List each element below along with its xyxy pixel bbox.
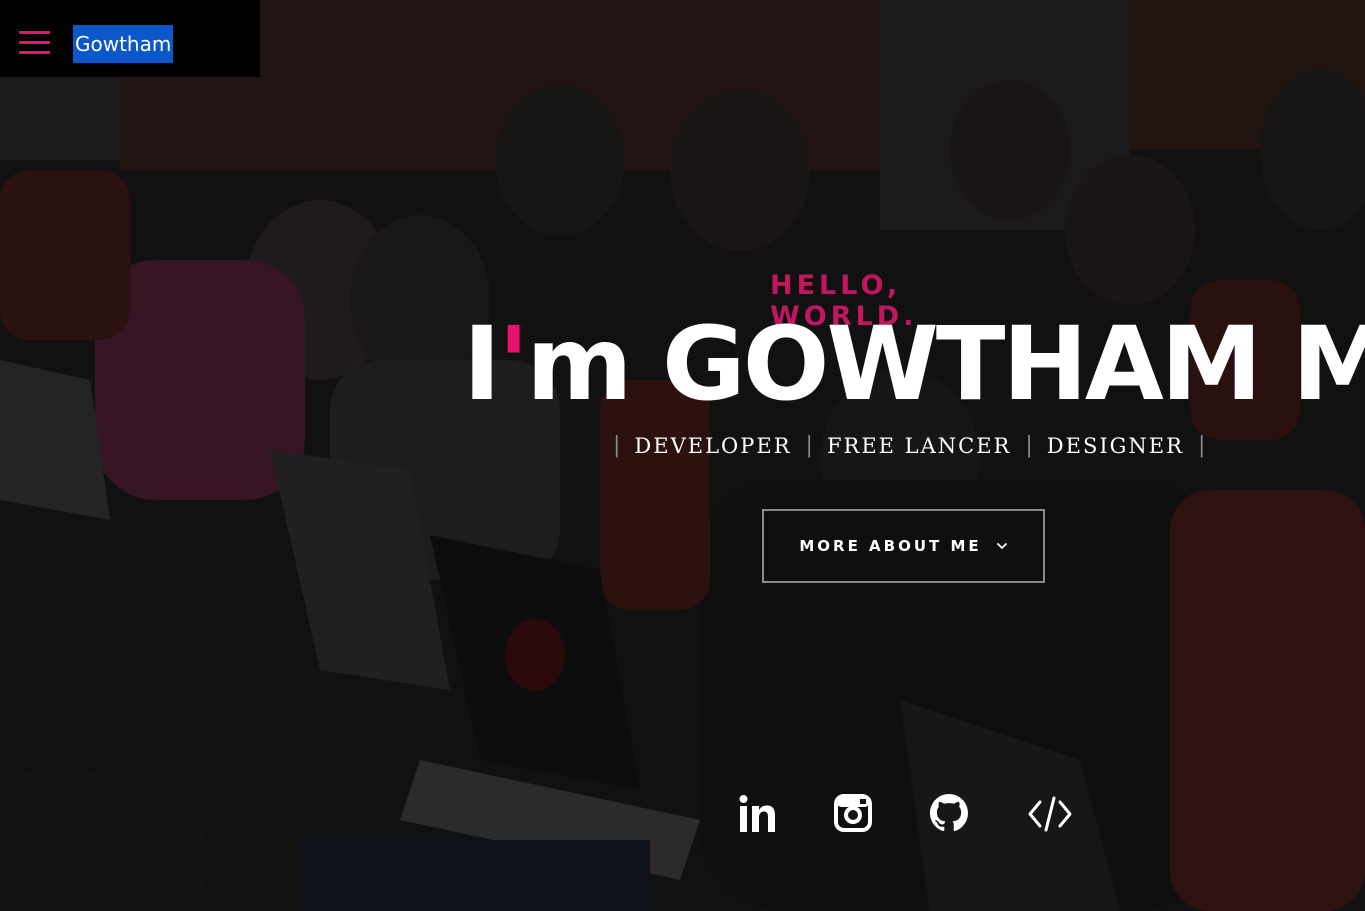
headline-name: m GOWTHAM M <box>526 305 1365 424</box>
role-separator: | <box>1025 433 1033 458</box>
chevron-down-icon <box>996 543 1007 549</box>
role-freelancer: FREE LANCER <box>826 433 1012 458</box>
hero-section: Gowtham HELLO, WORLD. I'm GOWTHAM M. | D… <box>0 0 1365 911</box>
github-icon <box>930 794 968 832</box>
social-links <box>730 794 1090 838</box>
hamburger-menu-icon[interactable] <box>19 31 51 57</box>
menu-bar-line <box>19 41 50 44</box>
role-list: | DEVELOPER | FREE LANCER | DESIGNER | <box>613 433 1219 458</box>
top-nav: Gowtham <box>0 0 260 77</box>
menu-bar-line <box>19 51 50 54</box>
linkedin-icon <box>739 795 775 832</box>
code-link[interactable] <box>1028 794 1072 838</box>
menu-bar-line <box>19 31 50 34</box>
code-icon <box>1028 796 1072 832</box>
role-separator: | <box>1197 433 1206 458</box>
role-developer: DEVELOPER <box>634 433 792 458</box>
site-logo-link[interactable]: Gowtham <box>73 25 174 63</box>
instagram-icon <box>834 794 872 832</box>
role-designer: DESIGNER <box>1046 433 1184 458</box>
more-about-me-label: MORE ABOUT ME <box>799 537 982 555</box>
hero-headline: I'm GOWTHAM M. <box>463 300 1365 430</box>
github-link[interactable] <box>930 794 968 838</box>
instagram-link[interactable] <box>834 794 872 838</box>
headline-prefix: I <box>463 305 501 424</box>
linkedin-link[interactable] <box>738 794 778 838</box>
more-about-me-button[interactable]: MORE ABOUT ME <box>762 509 1045 583</box>
role-separator: | <box>805 433 813 458</box>
role-separator: | <box>613 433 621 458</box>
headline-apostrophe: ' <box>497 305 529 424</box>
